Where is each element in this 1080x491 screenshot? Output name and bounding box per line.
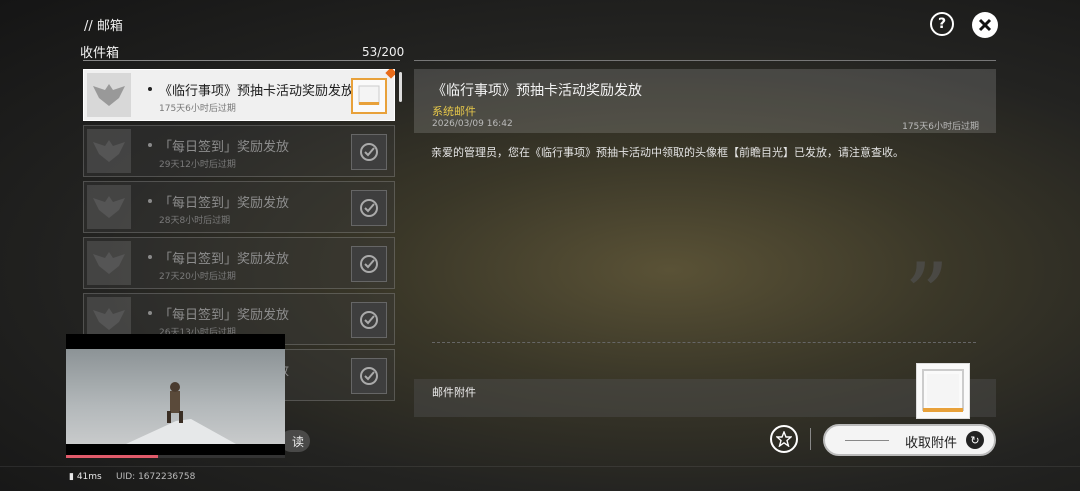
mail-bullet [148,311,152,315]
mail-body: 亲爱的管理员，您在《临行事项》预抽卡活动中领取的头像框【前瞻目光】已发放，请注意… [431,146,904,159]
video-frame [66,349,285,444]
claimed-check-icon [351,190,387,226]
signal-icon: ▮ [69,472,74,482]
mail-bullet [148,87,152,91]
refresh-icon: ↻ [966,431,984,449]
mail-sender-logo [87,185,131,229]
mail-date: 2026/03/09 16:42 [432,119,513,129]
quote-mark-decoration: ” [904,244,949,347]
logo-icon [93,140,125,162]
close-icon [978,18,992,32]
mail-bullet [148,255,152,259]
logo-icon [93,252,125,274]
action-separator [810,428,811,450]
mail-expiry: 29天12小时后过期 [159,160,236,170]
attachments-label: 邮件附件 [432,386,476,399]
logo-icon [93,308,125,330]
claim-button-label: 收取附件 [905,436,958,451]
mail-list-item[interactable]: 「每日签到」奖励发放 29天12小时后过期 [83,125,395,177]
mail-list-scrollbar[interactable] [399,72,402,102]
mail-list-item[interactable]: 《临行事项》预抽卡活动奖励发放 175天6小时后过期 [83,69,395,121]
mail-bullet [148,199,152,203]
claim-button-line [845,440,889,441]
bottom-divider [0,466,1080,467]
video-progress-bar[interactable] [66,455,285,458]
mail-title: 「每日签到」奖励发放 [159,252,290,267]
claim-attachments-button[interactable]: 收取附件 ↻ [823,424,996,456]
mail-sender-logo [87,73,131,117]
dashed-divider [432,342,976,343]
mail-expiry: 28天8小时后过期 [159,216,231,226]
claimed-check-icon [351,302,387,338]
user-uid: UID: 1672236758 [116,472,196,482]
mail-count: 53/200 [362,45,405,59]
mail-title: 「每日签到」奖励发放 [159,140,290,155]
attachments-bar [414,379,996,417]
claimed-check-icon [351,246,387,282]
attachment-avatar-frame[interactable] [916,363,970,419]
mail-sender-logo [87,129,131,173]
mail-list-item[interactable]: 「每日签到」奖励发放 28天8小时后过期 [83,181,395,233]
video-progress-fill [66,455,158,458]
page-title: // 邮箱 [84,19,123,34]
close-button[interactable] [972,12,998,38]
mail-sender-logo [87,241,131,285]
inbox-tab[interactable]: 收件箱 [80,42,119,61]
ping-indicator: ▮ 41ms [69,472,102,482]
avatar-frame-icon [922,369,964,412]
mail-title: 「每日签到」奖励发放 [159,308,290,323]
star-icon [776,431,792,447]
mail-expiry: 27天20小时后过期 [159,272,236,282]
mail-title: 《临行事项》预抽卡活动奖励发放 [159,84,355,99]
detail-divider [414,60,996,61]
reward-attachment-icon [351,78,387,114]
claimed-check-icon [351,358,387,394]
mail-detail-title: 《临行事项》预抽卡活动奖励发放 [432,83,642,99]
list-divider [83,60,400,61]
logo-icon [93,84,125,106]
mail-title: 「每日签到」奖励发放 [159,196,290,211]
mail-list-item[interactable]: 「每日签到」奖励发放 27天20小时后过期 [83,237,395,289]
help-button[interactable]: ? [930,12,954,36]
logo-icon [93,196,125,218]
mail-expiry: 175天6小时后过期 [159,104,236,114]
ping-value: 41ms [76,472,102,482]
mail-bullet [148,143,152,147]
video-overlay[interactable] [66,334,285,458]
favorite-button[interactable] [770,425,798,453]
claimed-check-icon [351,134,387,170]
mail-expiry: 175天6小时后过期 [902,122,979,132]
mail-type-tag: 系统邮件 [432,105,476,118]
mountain-climber-scene [126,382,236,444]
